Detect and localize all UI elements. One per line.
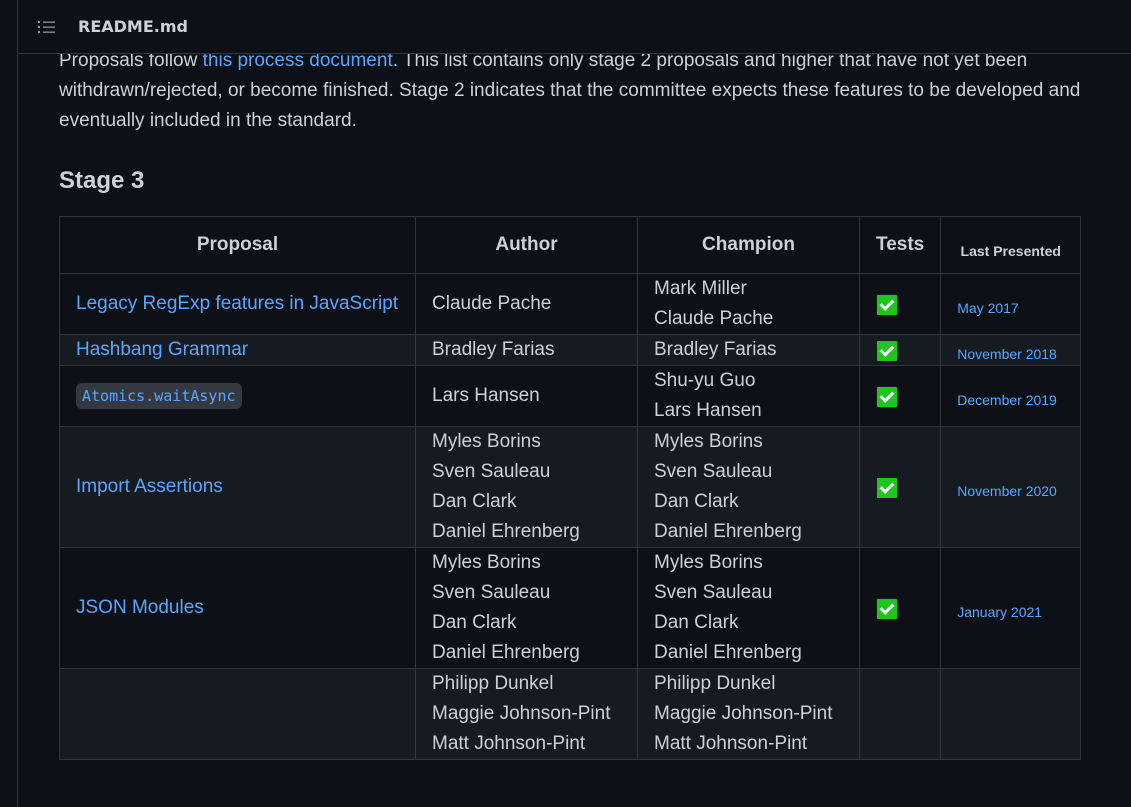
champion-name: Bradley Farias [654, 339, 777, 360]
last-presented-cell: December 2019 [940, 365, 1082, 427]
last-presented-link[interactable]: December 2019 [957, 382, 1057, 408]
proposal-cell: Import Assertions [59, 426, 416, 548]
champion-name: Lars Hansen [654, 400, 762, 421]
champion-cell: Shu-yu Guo Lars Hansen [637, 365, 860, 427]
list-unordered-icon[interactable] [38, 19, 56, 35]
author-name: Dan Clark [432, 491, 517, 512]
champion-name: Claude Pache [654, 308, 774, 329]
author-name: Sven Sauleau [432, 461, 551, 482]
tests-cell [858, 547, 942, 669]
table-row: Legacy RegExp features in JavaScript Clau… [59, 273, 1082, 335]
table-row: Philipp Dunkel Maggie Johnson-Pint Matt Jo… [59, 668, 1082, 760]
last-presented-link[interactable]: May 2017 [957, 290, 1018, 316]
proposal-cell [59, 668, 416, 760]
champion-name: Myles Borins [654, 552, 763, 573]
champion-name: Maggie Johnson-Pint [654, 703, 833, 724]
white-check-mark-icon [876, 386, 898, 408]
intro-paragraph: Proposals follow this process document. … [59, 46, 1104, 136]
last-presented-cell: November 2018 [940, 334, 1082, 366]
author-name: Bradley Farias [432, 339, 555, 360]
champion-name: Dan Clark [654, 491, 739, 512]
white-check-mark-icon [876, 294, 898, 316]
author-cell: Philipp Dunkel Maggie Johnson-Pint Matt Jo… [415, 668, 638, 760]
white-check-mark-icon [876, 477, 898, 499]
author-name: Dan Clark [432, 612, 517, 633]
white-check-mark-icon [876, 598, 898, 620]
proposal-cell: Hashbang Grammar [59, 334, 416, 366]
champion-name: Philipp Dunkel [654, 673, 776, 694]
author-name: Daniel Ehrenberg [432, 642, 580, 663]
champion-name: Daniel Ehrenberg [654, 521, 802, 542]
tests-cell [858, 273, 942, 335]
proposal-cell: Atomics.waitAsync [59, 365, 416, 427]
tests-cell [858, 334, 942, 366]
author-name: Myles Borins [432, 431, 541, 452]
readme-content: Proposals follow this process document. … [59, 46, 1109, 760]
proposal-link[interactable]: Import Assertions [76, 476, 223, 497]
champion-cell: Bradley Farias [637, 334, 860, 366]
proposal-link[interactable]: Hashbang Grammar [76, 339, 248, 360]
header-proposal: Proposal [59, 216, 416, 274]
author-cell: Lars Hansen [415, 365, 638, 427]
proposal-link[interactable]: Legacy RegExp features in JavaScript [76, 293, 398, 314]
champion-name: Sven Sauleau [654, 461, 773, 482]
author-cell: Myles Borins Sven Sauleau Dan Clark Daniel … [415, 547, 638, 669]
header-tests: Tests [858, 216, 942, 274]
champion-name: Matt Johnson-Pint [654, 733, 808, 754]
proposals-table: Proposal Author Champion Tests Last Pres… [59, 216, 1082, 760]
champion-name: Dan Clark [654, 612, 739, 633]
table-row: Hashbang Grammar Bradley Farias Bradley Fa… [59, 334, 1082, 366]
table-body: Legacy RegExp features in JavaScript Clau… [59, 273, 1082, 760]
header-last-presented: Last Presented [940, 216, 1082, 274]
author-name: Myles Borins [432, 552, 541, 573]
champion-name: Daniel Ehrenberg [654, 642, 802, 663]
tests-cell [858, 668, 942, 760]
proposal-link[interactable]: JSON Modules [76, 597, 204, 618]
tests-cell [858, 365, 942, 427]
author-name: Claude Pache [432, 293, 552, 314]
last-presented-cell: January 2021 [940, 547, 1082, 669]
author-name: Philipp Dunkel [432, 673, 554, 694]
author-cell: Claude Pache [415, 273, 638, 335]
proposal-code-label: Atomics.waitAsync [76, 383, 242, 409]
author-cell: Bradley Farias [415, 334, 638, 366]
author-name: Sven Sauleau [432, 582, 551, 603]
stage-heading: Stage 3 [59, 167, 145, 194]
last-presented-cell [940, 668, 1082, 760]
proposal-cell: Legacy RegExp features in JavaScript [59, 273, 416, 335]
readme-panel: README.md Proposals follow this process … [17, 0, 1131, 807]
champion-name: Myles Borins [654, 431, 763, 452]
table-row: Import Assertions Myles Borins Sven Saulea… [59, 426, 1082, 548]
champion-cell: Philipp Dunkel Maggie Johnson-Pint Matt Jo… [637, 668, 860, 760]
table-header-row: Proposal Author Champion Tests Last Pres… [59, 216, 1082, 274]
readme-header: README.md [18, 0, 1131, 54]
champion-cell: Myles Borins Sven Sauleau Dan Clark Daniel … [637, 547, 860, 669]
author-name: Lars Hansen [432, 385, 540, 406]
file-name: README.md [78, 17, 188, 36]
champion-name: Sven Sauleau [654, 582, 773, 603]
last-presented-link[interactable]: January 2021 [957, 594, 1042, 620]
author-name: Matt Johnson-Pint [432, 733, 586, 754]
white-check-mark-icon [876, 340, 898, 362]
author-cell: Myles Borins Sven Sauleau Dan Clark Daniel … [415, 426, 638, 548]
table-row: Atomics.waitAsync Lars Hansen Shu-yu Guo La… [59, 365, 1082, 427]
author-name: Maggie Johnson-Pint [432, 703, 611, 724]
last-presented-link[interactable]: November 2020 [957, 473, 1057, 499]
tests-cell [858, 426, 942, 548]
proposal-link[interactable]: Atomics.waitAsync [76, 383, 242, 409]
champion-cell: Mark Miller Claude Pache [637, 273, 860, 335]
champion-cell: Myles Borins Sven Sauleau Dan Clark Daniel … [637, 426, 860, 548]
last-presented-cell: November 2020 [940, 426, 1082, 548]
header-champion: Champion [637, 216, 860, 274]
champion-name: Mark Miller [654, 278, 747, 299]
last-presented-cell: May 2017 [940, 273, 1082, 335]
header-author: Author [415, 216, 638, 274]
proposal-cell: JSON Modules [59, 547, 416, 669]
author-name: Daniel Ehrenberg [432, 521, 580, 542]
last-presented-link[interactable]: November 2018 [957, 336, 1057, 362]
table-row: JSON Modules Myles Borins Sven Sauleau Dan … [59, 547, 1082, 669]
champion-name: Shu-yu Guo [654, 370, 756, 391]
